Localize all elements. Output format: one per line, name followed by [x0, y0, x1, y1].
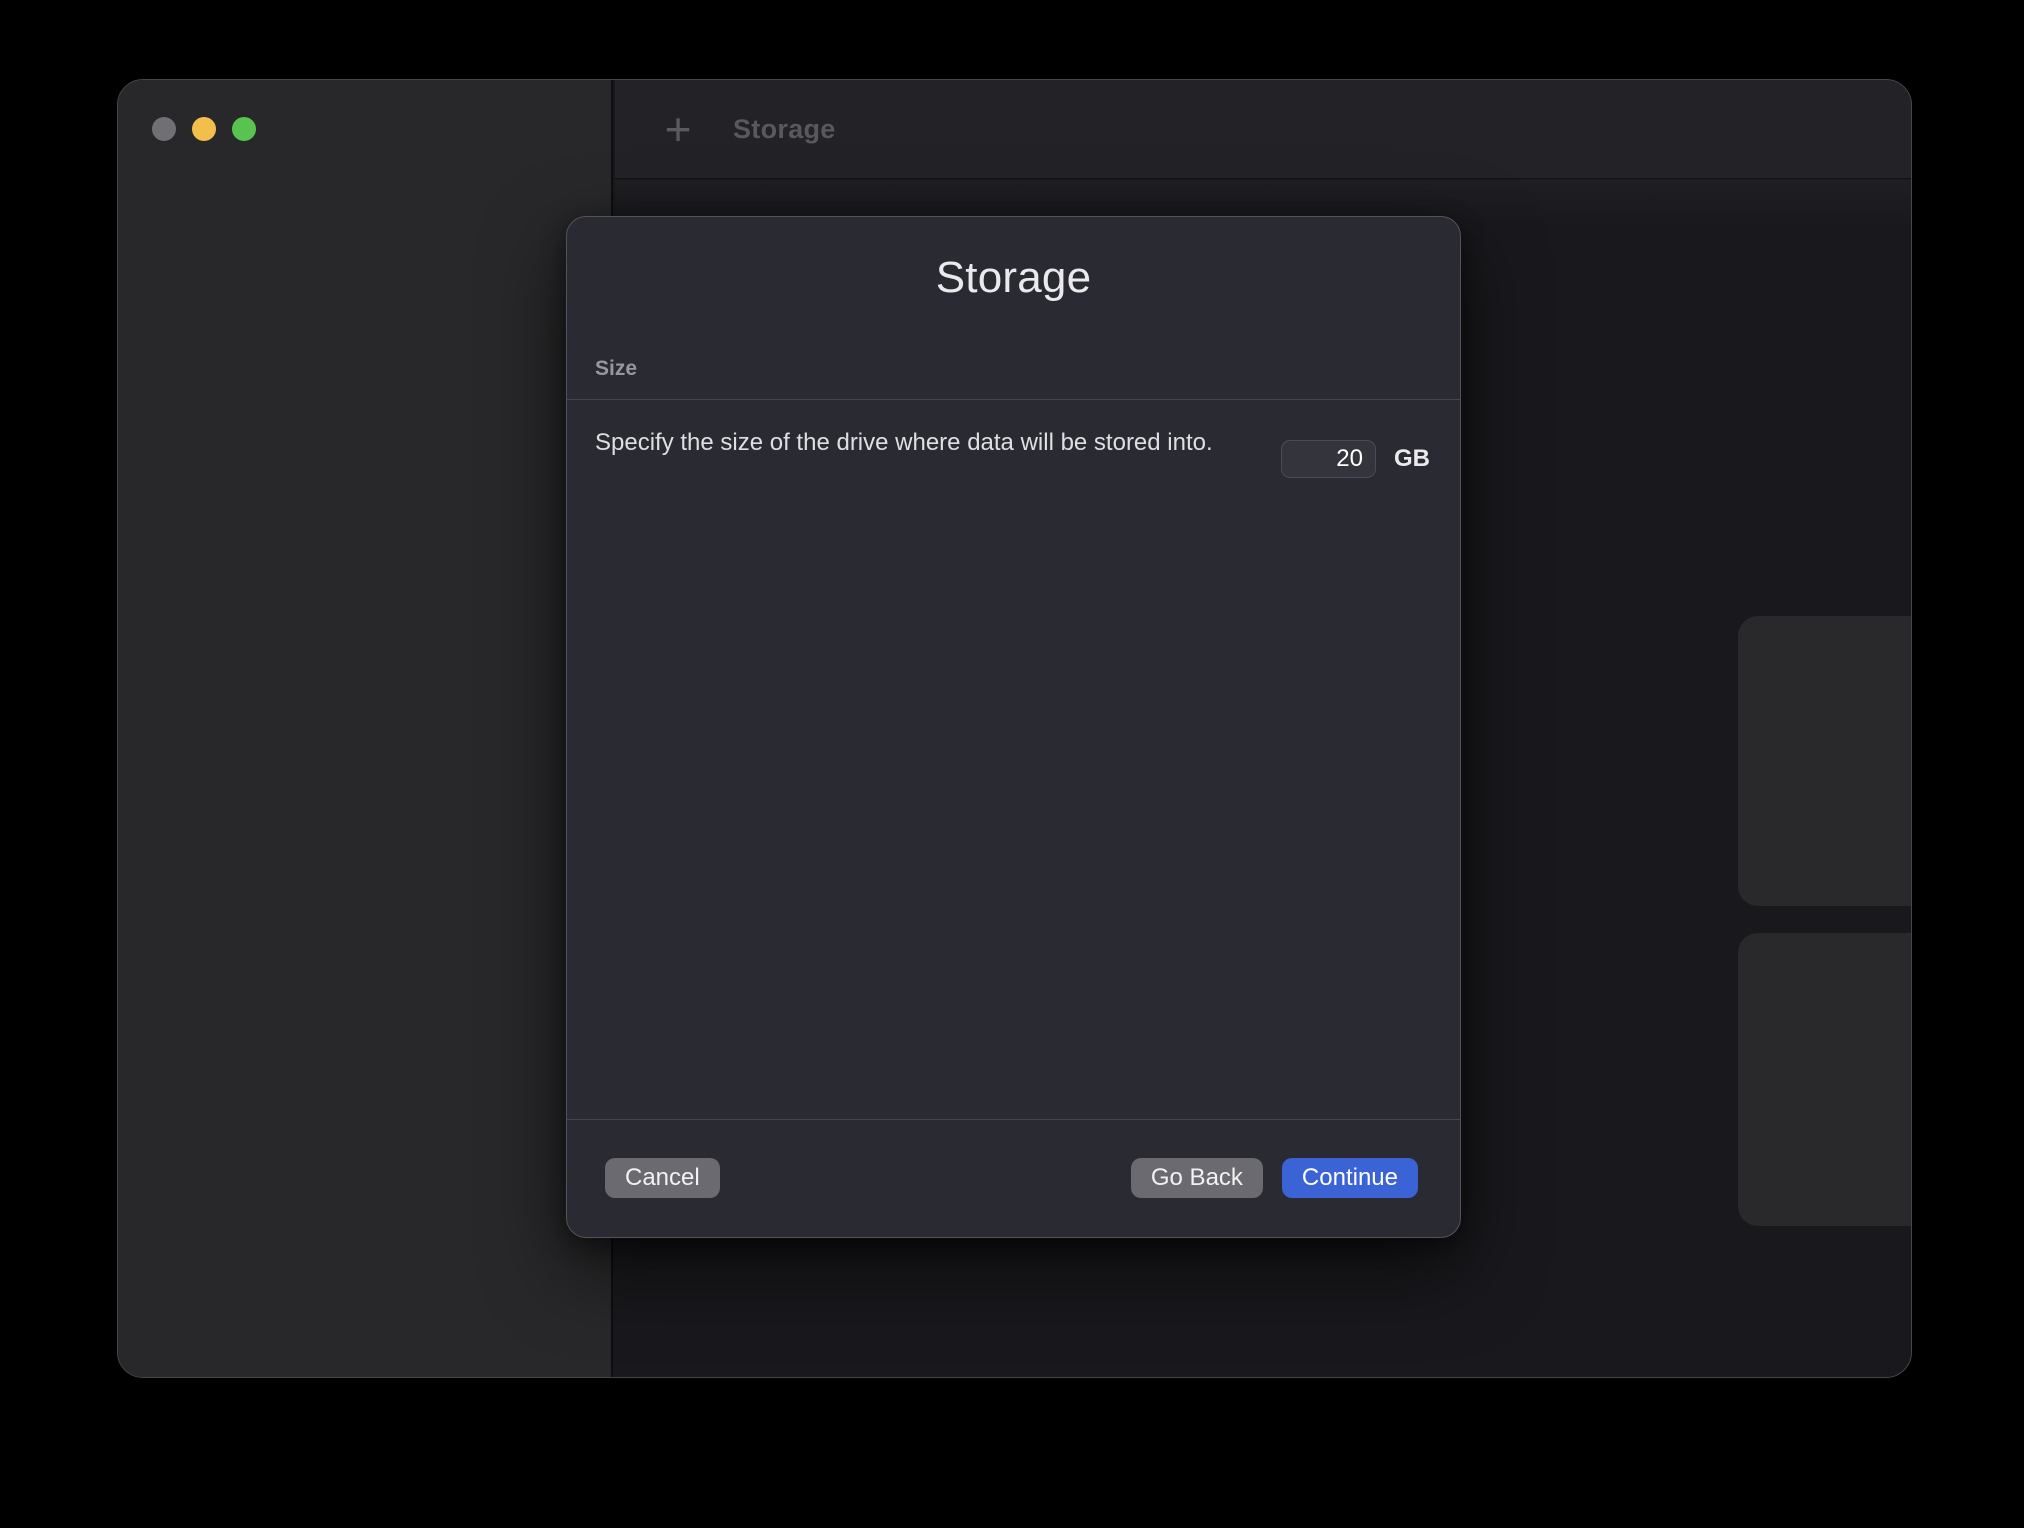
- option-card-partial[interactable]: t: [1738, 933, 1911, 1226]
- minimize-window-button[interactable]: [192, 117, 216, 141]
- option-card-gallery[interactable]: Gallery: [1738, 616, 1911, 906]
- go-back-button[interactable]: Go Back: [1130, 1158, 1263, 1198]
- size-input[interactable]: [1281, 440, 1376, 478]
- cancel-button[interactable]: Cancel: [605, 1158, 720, 1198]
- section-divider: [567, 399, 1460, 400]
- dialog-title: Storage: [935, 253, 1092, 302]
- close-window-button[interactable]: [152, 117, 176, 141]
- footer-divider: [567, 1119, 1460, 1120]
- unit-label: GB: [1394, 445, 1430, 472]
- dialog-footer: Cancel Go Back Continue: [605, 1158, 1418, 1198]
- zoom-window-button[interactable]: [232, 117, 256, 141]
- window-controls: [152, 117, 256, 141]
- toolbar: + Storage: [615, 80, 1911, 179]
- sidebar: [118, 80, 613, 1377]
- size-section-label: Size: [595, 357, 638, 380]
- add-icon[interactable]: +: [658, 106, 698, 152]
- storage-dialog: Storage Size Specify the size of the dri…: [566, 216, 1461, 1238]
- app-window: + Storage Gallery t Storage Size Specify…: [117, 79, 1912, 1378]
- size-description: Specify the size of the drive where data…: [595, 429, 1213, 456]
- window-title: Storage: [733, 113, 836, 144]
- continue-button[interactable]: Continue: [1281, 1158, 1418, 1198]
- size-field-group: GB: [1281, 440, 1430, 478]
